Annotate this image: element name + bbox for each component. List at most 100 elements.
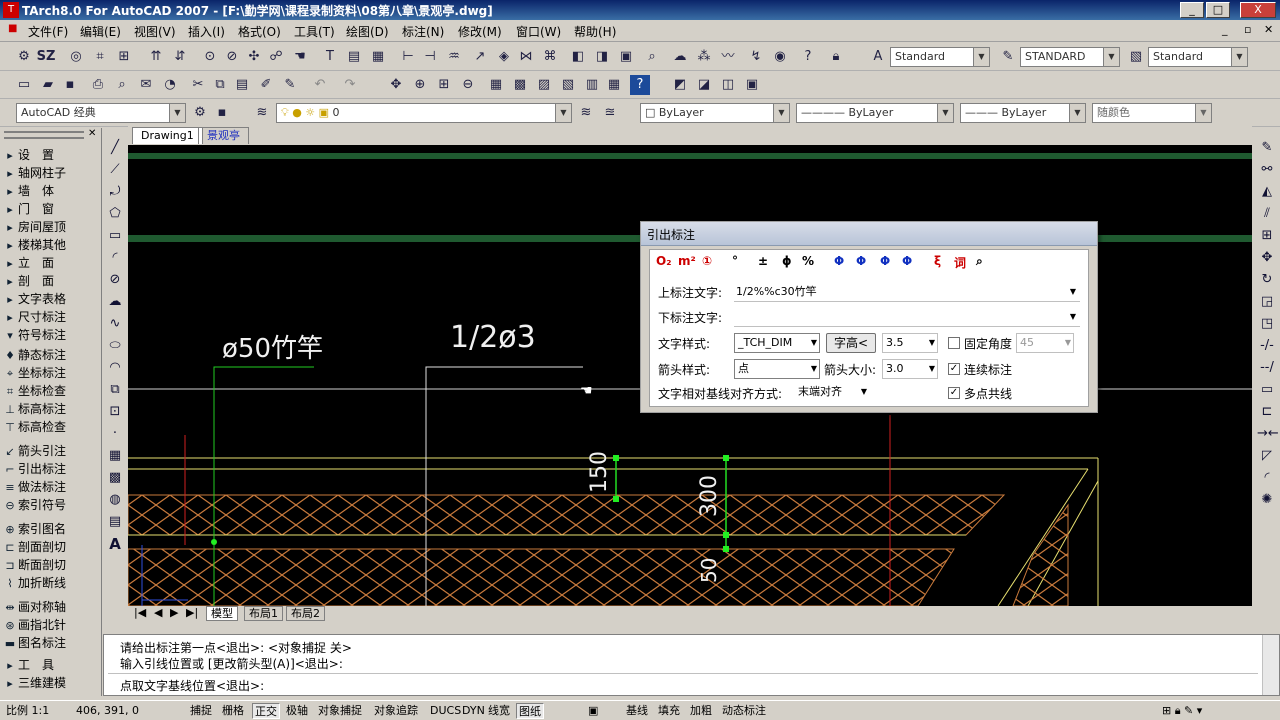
view-a-icon[interactable]: ◩: [670, 75, 690, 95]
command-prompt[interactable]: 点取文字基线位置<退出>:: [120, 677, 264, 694]
fixed-angle-dropdown[interactable]: 45 ▼: [1016, 333, 1074, 353]
palettes-icon[interactable]: ▨: [534, 75, 554, 95]
dim2-icon[interactable]: ⊣: [420, 47, 440, 67]
nav-last-icon[interactable]: ▶|: [182, 606, 202, 621]
markup-icon[interactable]: ▥: [582, 75, 602, 95]
doc-restore-icon[interactable]: ▫: [1244, 23, 1251, 36]
clip-icon[interactable]: ⌘: [540, 47, 560, 67]
symbol-button-10[interactable]: Φ: [902, 254, 912, 268]
stair-icon[interactable]: ⇈: [146, 47, 166, 67]
ladder-icon[interactable]: ☍: [266, 47, 286, 67]
fillet-icon[interactable]: ◜: [1257, 468, 1277, 488]
make-block-icon[interactable]: ⊡: [105, 402, 125, 422]
sidebar-item-22[interactable]: ⊐ 断面剖切: [2, 556, 100, 574]
sidebar-item-15[interactable]: ⊤ 标高检查: [2, 418, 100, 436]
wave-icon[interactable]: 〰: [718, 47, 738, 67]
pan-icon[interactable]: ✥: [386, 75, 406, 95]
sidebar-item-19[interactable]: ⊖ 索引符号: [2, 496, 100, 514]
sidebar-item-3[interactable]: ▸ 门 窗: [2, 200, 100, 218]
workspace-select[interactable]: AutoCAD 经典 ▼: [16, 103, 186, 123]
match-icon[interactable]: ✐: [256, 75, 276, 95]
symbol-button-1[interactable]: m²: [678, 254, 696, 268]
line-icon[interactable]: ╱: [105, 138, 125, 158]
sidebar-item-25[interactable]: ⊛ 画指北针: [2, 616, 100, 634]
osnap-toggle[interactable]: 对象捕捉: [316, 703, 364, 719]
new-icon[interactable]: ▭: [14, 75, 34, 95]
arrow-size-dropdown[interactable]: 3.0 ▼: [882, 359, 938, 379]
sidebar-item-7[interactable]: ▸ 剖 面: [2, 272, 100, 290]
upper-text-input[interactable]: 1/2%%c30竹竿 ▼: [734, 282, 1080, 302]
help-icon[interactable]: ?: [798, 47, 818, 67]
table-icon[interactable]: ▤: [344, 47, 364, 67]
design-center-icon[interactable]: ▩: [510, 75, 530, 95]
sphere-icon[interactable]: ◉: [770, 47, 790, 67]
sidebar-item-26[interactable]: ▬ 图名标注: [2, 634, 100, 652]
sidebar-item-1[interactable]: ▸ 轴网柱子: [2, 164, 100, 182]
preview-icon[interactable]: ⌕: [112, 75, 132, 95]
extend-icon[interactable]: --/: [1257, 358, 1277, 378]
sidebar-item-28[interactable]: ▸ 三维建模: [2, 674, 100, 692]
dim-style-icon[interactable]: ✎: [998, 47, 1018, 67]
arrow-style-dropdown[interactable]: 点 ▼: [734, 359, 820, 379]
dim-style-select[interactable]: STANDARD ▼: [1020, 47, 1120, 67]
sidebar-item-27[interactable]: ▸ 工 具: [2, 656, 100, 674]
doc-min-icon[interactable]: _: [1222, 23, 1228, 36]
region-icon[interactable]: ◍: [105, 490, 125, 510]
sidebar-item-4[interactable]: ▸ 房间屋顶: [2, 218, 100, 236]
gradient-icon[interactable]: ▩: [105, 468, 125, 488]
spline-icon[interactable]: ∿: [105, 314, 125, 334]
cloud-icon[interactable]: ☁: [670, 47, 690, 67]
hand-icon[interactable]: ☚: [290, 47, 310, 67]
layer-current-icon[interactable]: ≋: [576, 103, 596, 123]
close-button[interactable]: X: [1240, 2, 1276, 18]
sidebar-item-14[interactable]: ⊥ 标高标注: [2, 400, 100, 418]
point-icon[interactable]: ·: [105, 424, 125, 444]
workspace-settings-icon[interactable]: ⚙: [190, 103, 210, 123]
panel-close-icon[interactable]: ✕: [88, 128, 96, 139]
erase-icon[interactable]: ✎: [1257, 138, 1277, 158]
array-icon[interactable]: ⊞: [1257, 226, 1277, 246]
tab-layout1[interactable]: 布局1: [244, 606, 283, 621]
symbol-button-0[interactable]: O₂: [656, 254, 671, 268]
insert-block-icon[interactable]: ⧉: [105, 380, 125, 400]
polygon-icon[interactable]: ⬠: [105, 204, 125, 224]
sidebar-item-17[interactable]: ⌐ 引出标注: [2, 460, 100, 478]
menu-file[interactable]: 文件(F): [28, 23, 68, 40]
wall-icon[interactable]: ⊞: [114, 47, 134, 67]
ortho-toggle[interactable]: 正交: [252, 703, 280, 719]
lineweight-toggle[interactable]: 线宽: [486, 703, 512, 719]
zoom-icon[interactable]: ◎: [66, 47, 86, 67]
pline-icon[interactable]: ⤾: [105, 182, 125, 202]
circle-draw-icon[interactable]: ⊘: [105, 270, 125, 290]
menu-format[interactable]: 格式(O): [238, 23, 281, 40]
text-style-icon[interactable]: A: [868, 47, 888, 67]
dialog-titlebar[interactable]: 引出标注: [641, 222, 1097, 246]
lower-text-input[interactable]: ▼: [734, 307, 1080, 327]
multipoint-checkbox[interactable]: ✓: [948, 387, 960, 399]
scale-icon[interactable]: ◲: [1257, 292, 1277, 312]
symbol-button-6[interactable]: %: [802, 254, 814, 268]
view-d-icon[interactable]: ▣: [742, 75, 762, 95]
sym-icon[interactable]: ♒: [444, 47, 464, 67]
symbol-button-12[interactable]: 词: [954, 254, 966, 271]
polar-toggle[interactable]: 极轴: [284, 703, 310, 719]
sidebar-item-8[interactable]: ▸ 文字表格: [2, 290, 100, 308]
symbol-button-7[interactable]: Φ: [834, 254, 844, 268]
viewport-icon[interactable]: ▣: [586, 703, 600, 719]
menu-view[interactable]: 视图(V): [134, 23, 176, 40]
properties-icon[interactable]: ▦: [486, 75, 506, 95]
command-scrollbar[interactable]: [1262, 635, 1279, 695]
doc-icon2[interactable]: ▦: [368, 47, 388, 67]
align-dropdown[interactable]: 末端对齐 ▼: [794, 382, 870, 402]
view-b-icon[interactable]: ◪: [694, 75, 714, 95]
tab-drawing1[interactable]: Drawing1: [132, 127, 203, 144]
ellipse-icon[interactable]: ⬭: [105, 336, 125, 356]
layer-select[interactable]: 💡︎ ● ☼ ▣ 0 ▼: [276, 103, 572, 123]
zoom-window-icon[interactable]: ⊞: [434, 75, 454, 95]
nav-prev-icon[interactable]: ◀: [150, 606, 166, 621]
tool-icon[interactable]: ✣: [244, 47, 264, 67]
sidebar-item-16[interactable]: ↙ 箭头引注: [2, 442, 100, 460]
symbol-button-11[interactable]: ξ: [934, 254, 941, 268]
symbol-button-4[interactable]: ±: [758, 254, 768, 268]
sidebar-item-9[interactable]: ▸ 尺寸标注: [2, 308, 100, 326]
